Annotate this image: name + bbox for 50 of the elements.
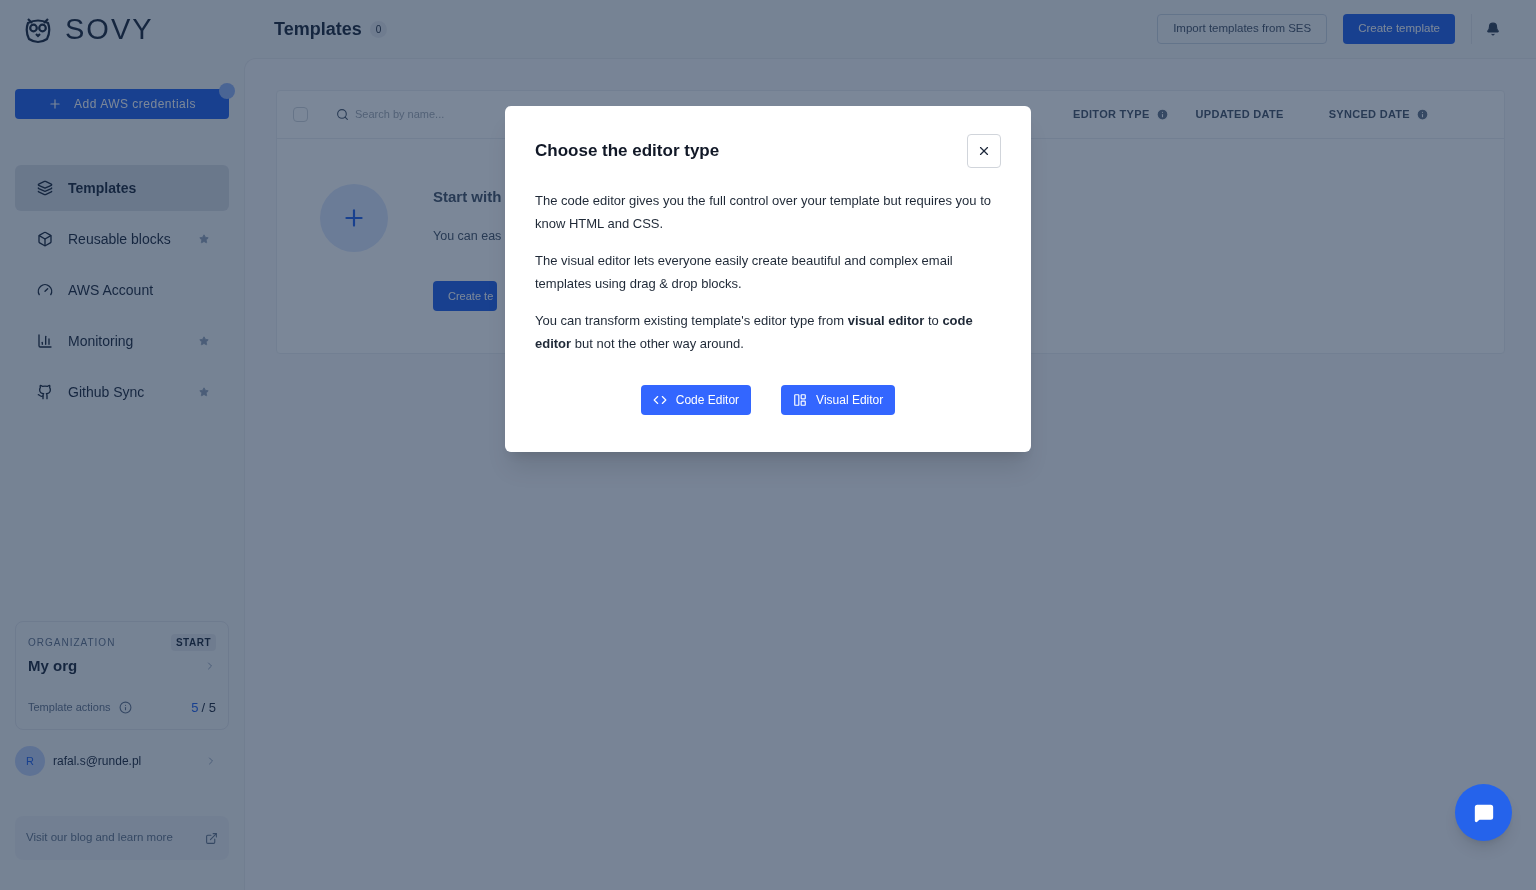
modal-paragraph: The code editor gives you the full control over your template but requires you to know HTML and CSS.: [535, 192, 992, 233]
info-icon: [118, 700, 132, 714]
nav-item[interactable]: Monitoring: [15, 318, 229, 364]
info-icon: [1416, 108, 1429, 121]
count-badge: 0: [369, 20, 388, 38]
layout-icon: [793, 393, 808, 407]
nav-item[interactable]: Github Sync: [15, 369, 229, 415]
usage-count: 5: [191, 698, 199, 717]
code-editor-button[interactable]: Code Editor: [640, 385, 752, 415]
empty-title: Start with: [433, 187, 502, 207]
empty-text: You can eas: [433, 227, 502, 245]
column-header: UPDATED DATE: [1195, 107, 1284, 123]
avatar: R: [15, 746, 45, 776]
close-button[interactable]: [967, 134, 1001, 168]
close-icon: [977, 144, 991, 158]
plus-icon: [48, 97, 63, 111]
create-template-button[interactable]: Create template: [1343, 14, 1455, 44]
organization-label: ORGANIZATION: [28, 636, 116, 650]
nav-item[interactable]: Templates: [15, 165, 229, 211]
column-header: EDITOR TYPE: [1073, 107, 1150, 123]
stack-icon: [37, 180, 53, 196]
page-title: Templates: [274, 17, 362, 41]
usage-limit: / 5: [201, 698, 216, 717]
organization-card[interactable]: ORGANIZATION START My org Template actions 5 / 5: [15, 621, 229, 730]
code-icon: [652, 393, 667, 407]
add-credentials-button[interactable]: Add AWS credentials: [15, 89, 229, 119]
visual-editor-button[interactable]: Visual Editor: [781, 385, 896, 415]
modal-paragraph: The visual editor lets everyone easily create beautiful and complex email templates using drag & drop blocks.: [535, 252, 954, 293]
info-icon: [1155, 108, 1169, 121]
usage-label: Template actions: [28, 700, 111, 715]
plan-badge: START: [170, 634, 216, 651]
bell-icon[interactable]: [1486, 22, 1500, 36]
bar-chart-icon: [37, 333, 53, 349]
search-icon: [336, 108, 349, 121]
nav-item[interactable]: Reusable blocks: [15, 216, 229, 262]
modal-paragraph: You can transform existing template's editor type from visual editor to code editor but not the other way around.: [535, 312, 974, 353]
user-menu[interactable]: R rafal.s@runde.pl: [15, 746, 229, 776]
gauge-icon: [37, 282, 53, 298]
nav-item[interactable]: AWS Account: [15, 267, 229, 313]
import-button[interactable]: Import templates from SES: [1157, 14, 1328, 44]
github-icon: [37, 384, 53, 400]
cube-icon: [37, 231, 53, 247]
modal-title: Choose the editor type: [535, 140, 720, 163]
organization-name: My org: [28, 656, 78, 676]
owl-logo-icon: [23, 15, 53, 45]
brand-name: SOVY: [65, 12, 154, 48]
external-link-icon: [205, 831, 218, 845]
chat-icon: [1473, 802, 1494, 823]
column-header: SYNCED DATE: [1328, 107, 1410, 123]
create-template-button[interactable]: Create te: [433, 281, 498, 312]
